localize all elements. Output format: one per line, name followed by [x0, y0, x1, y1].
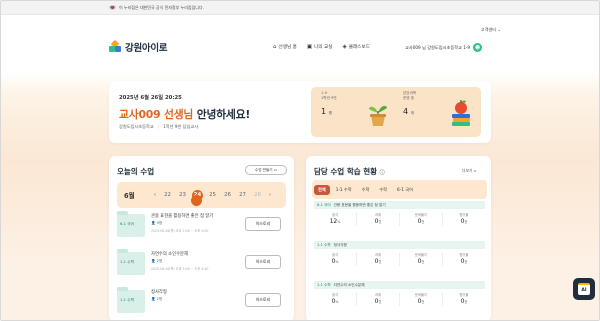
site-header: 강원아이로 ⌂ 선생님 홈 ▣ 나의 교실 ◈ 클래스보드 교사009 님 강원도립시…	[1, 35, 599, 63]
user-menu[interactable]: 교사009 님 강원도립시초등학교 1-9 ☻	[405, 43, 483, 52]
event-dots: •••••	[191, 194, 202, 206]
lesson-title: 정사각형	[151, 290, 167, 295]
logo[interactable]: 강원아이로	[109, 39, 168, 54]
home-icon: ⌂	[273, 44, 277, 50]
status-grid: 출석 0% 과제 0건 문제풀이 0건 평가물 0건	[314, 253, 485, 266]
more-link[interactable]: 더보기 >	[462, 168, 477, 174]
gov-banner: 이 누리집은 대한민국 공식 전자정부 누리집입니다.	[1, 1, 599, 15]
nav-classboard[interactable]: ◈ 클래스보드	[342, 44, 369, 50]
lesson-members: 👤 2명	[151, 259, 163, 263]
status-section[interactable]: 1-1 수학 정사각형 출석 0% 과제 0건 문제풀이 0건 평가물 0건	[314, 241, 485, 266]
month-label: 6월	[124, 192, 135, 200]
current-datetime: 2025년 6월 26일 20:25	[119, 95, 182, 101]
tab-math[interactable]: 수학	[358, 185, 374, 195]
tab-all[interactable]: 전체	[314, 184, 330, 195]
day-27[interactable]: 27	[235, 192, 250, 198]
status-section[interactable]: 6-1 국어 관용 표현을 활용하면 좋은 점 알기 출석 12% 과제 0건 문제풀…	[314, 201, 485, 226]
tab-1-1-math[interactable]: 1-1 수학	[332, 185, 356, 195]
lesson-date: 2025.06.26(목) 오후 2:00 ~ 오후 4:00	[151, 229, 209, 233]
chevron-right-icon[interactable]: ›	[265, 192, 275, 198]
user-info: 교사009 님 강원도립시초등학교 1-9	[405, 44, 471, 50]
status-section-header: 1-1 수학 자연수의 소인수분해	[314, 281, 485, 289]
class-stats: 1-9 1학년 9반 1 명 담당과목 운영 중 4 개	[311, 87, 481, 137]
date-strip: 6월 ‹ 22 23 24••••• 25 26 27 28 ›	[117, 182, 286, 208]
make-lesson-button[interactable]: 수업 만들기 ▭	[245, 165, 287, 175]
stat-problems: 문제풀이 0건	[400, 253, 443, 266]
history-button[interactable]: 히스토리	[245, 217, 281, 231]
chevron-left-icon[interactable]: ‹	[150, 192, 160, 198]
ai-assistant-button[interactable]: AI	[573, 278, 595, 300]
classroom-icon: ▣	[306, 44, 313, 50]
day-22[interactable]: 22	[160, 192, 175, 198]
day-28[interactable]: 28	[250, 192, 265, 198]
teacher-info: 강원도립시초등학교 | 1학년 9반 담임교사	[119, 124, 199, 129]
stat-problems: 문제풀이 0건	[400, 213, 443, 226]
lesson-title: 자연수의 소인수분해	[151, 252, 188, 257]
lesson-members: 👤 9명	[151, 221, 163, 225]
welcome-card: 2025년 6월 26일 20:25 교사009 선생님 안녕하세요! 강원도립…	[109, 81, 491, 143]
page: 이 누리집은 대한민국 공식 전자정부 누리집입니다. 고객센터 ⌄ 강원아이로…	[0, 0, 600, 321]
status-section-header: 6-1 국어 관용 표현을 활용하면 좋은 점 알기	[314, 201, 485, 209]
gov-banner-text: 이 누리집은 대한민국 공식 전자정부 누리집입니다.	[119, 4, 204, 10]
lesson-date: 2025.06.26(목) 오후 5:00 ~ 오후 5:40	[151, 267, 209, 271]
stat-students: 1-9 1학년 9반 1 명	[321, 91, 337, 116]
day-23[interactable]: 23	[175, 192, 190, 198]
tab-math-2[interactable]: 수학	[375, 185, 391, 195]
folder-icon: 1-1 수학	[117, 249, 145, 275]
tab-6-1-korean[interactable]: 6-1 국어	[393, 185, 417, 195]
teacher-role: 1학년 9반 담임교사	[163, 124, 199, 129]
info-icon[interactable]: ⓘ	[380, 170, 385, 176]
stat-problems: 문제풀이 0건	[400, 293, 443, 306]
avatar[interactable]: ☻	[473, 43, 483, 52]
korea-flag-icon	[109, 5, 116, 10]
logo-text: 강원아이로	[125, 43, 168, 54]
lesson-title: 관용 표현을 활용하면 좋은 점 알기	[151, 214, 214, 219]
stat-assignment: 과제 0건	[357, 253, 400, 266]
plant-pot-icon	[369, 105, 387, 126]
stat-evaluation: 평가물 0건	[459, 213, 469, 225]
lesson-item[interactable]: 1-1 수학 자연수의 소인수분해 👤 2명 2025.06.26(목) 오후 …	[117, 249, 286, 285]
stat-attendance: 출석 12%	[314, 213, 357, 226]
day-25[interactable]: 25	[205, 192, 220, 198]
learning-status-title: 담당 수업 학습 현황 ⓘ	[314, 167, 385, 176]
stat-evaluation: 평가물 0건	[459, 253, 469, 265]
logo-mark-icon	[109, 39, 121, 53]
folder-icon: 1-1 수학	[117, 287, 145, 313]
support-link[interactable]: 고객센터 ⌄	[481, 27, 501, 33]
day-26[interactable]: 26	[220, 192, 235, 198]
stat-attendance: 출석 0%	[314, 293, 357, 306]
status-section[interactable]: 1-1 수학 자연수의 소인수분해 출석 0% 과제 0건 문제풀이 0건 평가물 0건	[314, 281, 485, 306]
folder-icon: 6-1 국어	[117, 211, 145, 237]
school-name: 강원도립시초등학교	[119, 124, 154, 129]
apple-books-icon	[452, 100, 470, 126]
status-section-header: 1-1 수학 정사각형	[314, 241, 485, 249]
day-24-selected[interactable]: 24•••••	[190, 189, 205, 206]
history-button[interactable]: 히스토리	[245, 293, 281, 307]
lesson-item[interactable]: 1-1 수학 정사각형 👤 2명 히스토리	[117, 287, 286, 320]
subject-tabs: 전체 1-1 수학 수학 수학 6-1 국어	[314, 182, 485, 197]
status-grid: 출석 0% 과제 0건 문제풀이 0건 평가물 0건	[314, 293, 485, 306]
stat-evaluation: 평가물 0건	[459, 293, 469, 305]
nav-my-classroom[interactable]: ▣ 나의 교실	[307, 44, 333, 50]
stat-subjects: 담당과목 운영 중 4 개	[403, 91, 417, 116]
classboard-icon: ◈	[342, 44, 347, 50]
nav-teacher-home[interactable]: ⌂ 선생님 홈	[273, 44, 297, 50]
stat-attendance: 출석 0%	[314, 253, 357, 266]
main-nav: ⌂ 선생님 홈 ▣ 나의 교실 ◈ 클래스보드	[273, 44, 370, 50]
greeting: 교사009 선생님 안녕하세요!	[119, 108, 251, 121]
stat-assignment: 과제 0건	[357, 213, 400, 226]
teacher-name: 교사009 선생님	[119, 108, 194, 121]
status-grid: 출석 12% 과제 0건 문제풀이 0건 평가물 0건	[314, 213, 485, 226]
lesson-item[interactable]: 6-1 국어 관용 표현을 활용하면 좋은 점 알기 👤 9명 2025.06.…	[117, 211, 286, 247]
ai-icon: AI	[578, 283, 590, 295]
stat-assignment: 과제 0건	[357, 293, 400, 306]
today-lessons-title: 오늘의 수업	[117, 167, 155, 176]
lesson-members: 👤 2명	[151, 297, 163, 301]
history-button[interactable]: 히스토리	[245, 255, 281, 269]
